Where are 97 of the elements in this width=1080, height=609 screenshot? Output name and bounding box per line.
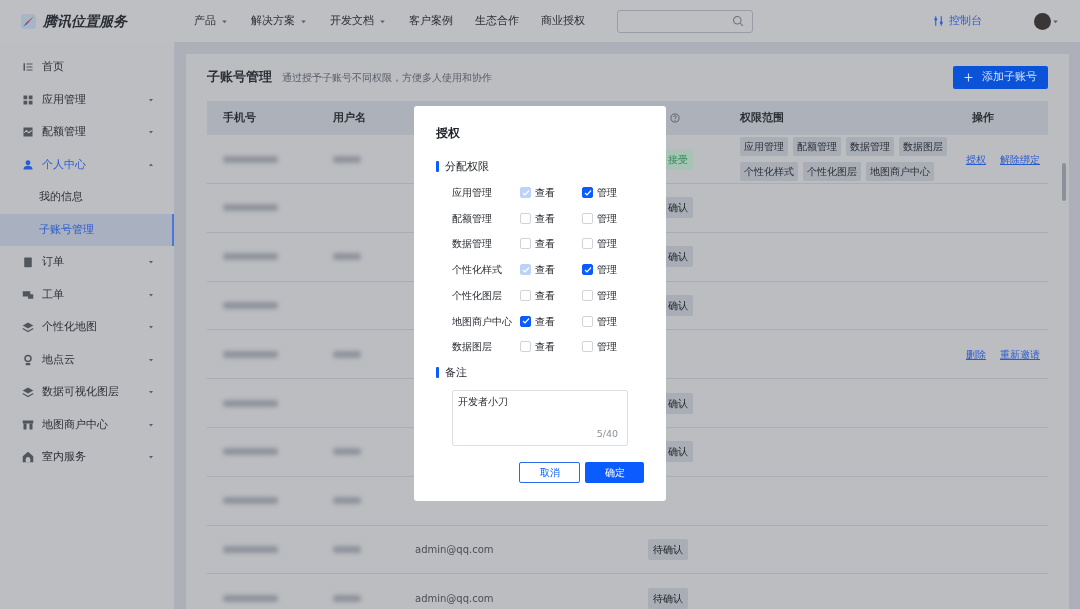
section-marker: [436, 161, 439, 173]
grid-icon: [22, 93, 34, 106]
sidebar-item[interactable]: 配额管理: [0, 116, 174, 149]
plus-icon: [964, 73, 973, 82]
checkbox[interactable]: [582, 264, 594, 276]
sidebar-item[interactable]: 应用管理: [0, 83, 174, 116]
chart-icon: [22, 126, 34, 139]
checkbox[interactable]: [582, 187, 594, 199]
search-icon: [732, 15, 744, 27]
section-marker: [436, 366, 439, 378]
section-title: 备注: [445, 364, 467, 380]
checkbox-label: 管理: [597, 263, 618, 278]
cancel-button[interactable]: 取消: [519, 462, 580, 484]
blurred-text: [223, 545, 278, 553]
blurred-text: [223, 204, 278, 212]
checkbox-label: 管理: [597, 288, 618, 303]
blurred-text: [223, 448, 278, 456]
nav-menu-item[interactable]: 客户案例: [409, 12, 453, 30]
scope-tag: 配额管理: [793, 137, 841, 156]
house-icon: [22, 451, 34, 464]
scope-tag: 个性化图层: [803, 162, 861, 181]
checkbox-label: 查看: [535, 288, 556, 303]
character-counter: 5/40: [596, 427, 618, 442]
permission-label: 配额管理: [452, 211, 493, 226]
chat-icon: [22, 288, 34, 301]
checkbox-label: 查看: [535, 263, 556, 278]
checkbox-label: 管理: [597, 186, 618, 201]
permission-label: 数据管理: [452, 237, 493, 252]
note-field[interactable]: 开发者小刀 5/40: [452, 390, 628, 447]
table-header-cell: 权限范围: [724, 101, 956, 135]
sidebar-item[interactable]: 订单: [0, 246, 174, 279]
sidebar-item[interactable]: 首页: [0, 51, 174, 84]
checkbox-label: 管理: [597, 340, 618, 355]
permission-label: 应用管理: [452, 186, 493, 201]
checkbox-label: 管理: [597, 211, 618, 226]
store-icon: [22, 418, 34, 431]
checkbox-label: 查看: [535, 340, 556, 355]
scope-tag: 数据图层: [899, 137, 947, 156]
sidebar-item[interactable]: 地图商户中心: [0, 408, 174, 441]
section-title: 分配权限: [445, 159, 489, 174]
checkbox[interactable]: [520, 315, 532, 327]
layers-icon: [22, 321, 34, 334]
scrollbar-thumb[interactable]: [1062, 163, 1066, 201]
user-icon: [22, 158, 34, 171]
dialog-title: 授权: [436, 125, 461, 142]
confirm-button[interactable]: 确定: [585, 462, 644, 484]
pin-icon: [22, 353, 34, 366]
sidebar-item[interactable]: 个性化地图: [0, 311, 174, 344]
checkbox-label: 查看: [535, 314, 556, 329]
table-header-cell: 操作: [956, 101, 1048, 135]
checkbox-label: 查看: [535, 186, 556, 201]
email-text: admin@qq.com: [415, 542, 494, 557]
blurred-text: [223, 497, 278, 505]
sidebar-item[interactable]: 数据可视化图层: [0, 376, 174, 409]
logo-text: 腾讯位置服务: [43, 11, 129, 31]
nav-menu-item[interactable]: 解决方案: [251, 12, 308, 30]
add-subaccount-button[interactable]: 添加子账号: [953, 66, 1048, 89]
page-title: 子账号管理: [207, 68, 272, 87]
sidebar-item[interactable]: 室内服务: [0, 441, 174, 474]
search-field[interactable]: [617, 9, 753, 33]
nav-menu-item[interactable]: 生态合作: [475, 12, 519, 30]
email-text: admin@qq.com: [415, 591, 494, 606]
scope-tag: 数据管理: [846, 137, 894, 156]
layers-icon: [22, 386, 34, 399]
sliders-icon: [933, 15, 944, 27]
checkbox-label: 查看: [535, 237, 556, 252]
permission-label: 地图商户中心: [452, 314, 513, 329]
sidebar-item[interactable]: 地点云: [0, 343, 174, 376]
page-subtitle: 通过授予子账号不同权限，方便多人使用和协作: [282, 71, 492, 85]
clipboard-icon: [22, 256, 34, 269]
blurred-text: [223, 350, 278, 358]
scope-tag: 地图商户中心: [866, 162, 934, 181]
avatar[interactable]: [1034, 12, 1051, 30]
nav-menu-item[interactable]: 商业授权: [541, 12, 585, 30]
status-tag: 待确认: [648, 538, 688, 560]
list-icon: [22, 61, 34, 74]
table-header-cell: 用户名: [317, 101, 399, 135]
nav-menu-item[interactable]: 产品: [194, 12, 229, 30]
checkbox-label: 管理: [597, 314, 618, 329]
scope-tag: 个性化样式: [740, 162, 798, 181]
blurred-text: [223, 155, 278, 163]
permission-label: 个性化图层: [452, 288, 503, 303]
blurred-text: [223, 399, 278, 407]
scope-tag: 应用管理: [740, 137, 788, 156]
table-header-cell: 手机号: [207, 101, 317, 135]
logo-icon: [20, 12, 37, 30]
permission-label: 个性化样式: [452, 263, 503, 278]
blurred-text: [223, 302, 278, 309]
checkbox-label: 管理: [597, 237, 618, 252]
nav-menu-item[interactable]: 开发文档: [330, 12, 387, 30]
sidebar-subitem[interactable]: 我的信息: [0, 181, 174, 214]
checkbox-label: 查看: [535, 211, 556, 226]
sidebar-item[interactable]: 工单: [0, 278, 174, 311]
permission-label: 数据图层: [452, 340, 493, 355]
status-tag: 待确认: [648, 587, 688, 609]
blurred-text: [223, 253, 278, 261]
blurred-text: [223, 594, 278, 602]
